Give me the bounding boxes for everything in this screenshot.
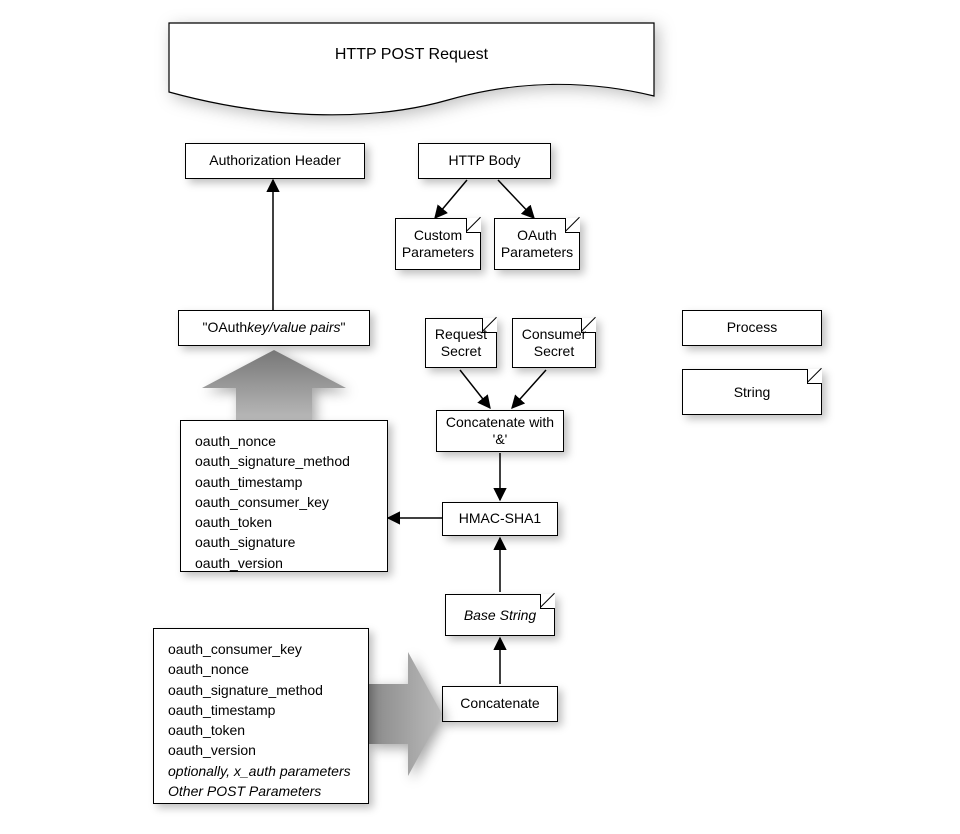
consumer-secret-label: Consumer Secret <box>522 326 587 360</box>
oauth-kv-prefix: "OAuth <box>202 319 247 337</box>
legend-string-doc: String <box>682 369 822 415</box>
oauth-parameters-doc: OAuth Parameters <box>494 218 580 270</box>
http-post-banner-label: HTTP POST Request <box>335 46 488 64</box>
oauth-key-value-box: "OAuth key/value pairs" <box>178 310 370 346</box>
big-up-arrow-icon <box>200 348 348 424</box>
concatenate-with-amp-box: Concatenate with '&' <box>436 410 564 452</box>
base-string-label: Base String <box>464 607 536 624</box>
list-item: oauth_version <box>168 740 354 760</box>
request-secret-doc: Request Secret <box>425 318 497 368</box>
list-item: optionally, x_auth parameters <box>168 761 354 781</box>
list-item: oauth_signature_method <box>195 451 373 471</box>
hmac-sha1-box: HMAC-SHA1 <box>442 502 558 536</box>
legend-string-label: String <box>734 384 771 401</box>
list-item: Other POST Parameters <box>168 781 354 801</box>
list-item: oauth_nonce <box>195 431 373 451</box>
authorization-header-label: Authorization Header <box>209 152 341 170</box>
big-right-arrow-icon <box>366 650 444 778</box>
consumer-secret-doc: Consumer Secret <box>512 318 596 368</box>
list-item: oauth_signature <box>195 532 373 552</box>
diagram-stage: HTTP POST Request Authorization Header H… <box>0 0 960 834</box>
authorization-header-box: Authorization Header <box>185 143 365 179</box>
http-body-box: HTTP Body <box>418 143 551 179</box>
list-item: oauth_signature_method <box>168 680 354 700</box>
oauth-parameters-label: OAuth Parameters <box>501 227 573 261</box>
base-string-doc: Base String <box>445 594 555 636</box>
concatenate-with-amp-label: Concatenate with '&' <box>446 414 554 449</box>
hmac-sha1-label: HMAC-SHA1 <box>459 510 541 528</box>
http-post-banner: HTTP POST Request <box>168 22 655 118</box>
oauth-fields-list-bottom: oauth_consumer_key oauth_nonce oauth_sig… <box>153 628 369 804</box>
list-item: oauth_consumer_key <box>168 639 354 659</box>
oauth-fields-list-top: oauth_nonce oauth_signature_method oauth… <box>180 420 388 572</box>
concatenate-box: Concatenate <box>442 686 558 722</box>
list-item: oauth_token <box>168 720 354 740</box>
custom-parameters-label: Custom Parameters <box>402 227 474 261</box>
legend-process-box: Process <box>682 310 822 346</box>
list-item: oauth_timestamp <box>168 700 354 720</box>
oauth-kv-italic: key/value pairs <box>247 319 340 337</box>
list-item: oauth_token <box>195 512 373 532</box>
oauth-kv-suffix: " <box>341 319 346 337</box>
list-item: oauth_nonce <box>168 659 354 679</box>
list-item: oauth_version <box>195 553 373 573</box>
request-secret-label: Request Secret <box>435 326 487 360</box>
legend-process-label: Process <box>727 319 778 337</box>
list-item: oauth_consumer_key <box>195 492 373 512</box>
list-item: oauth_timestamp <box>195 472 373 492</box>
concatenate-label: Concatenate <box>460 695 539 713</box>
custom-parameters-doc: Custom Parameters <box>395 218 481 270</box>
http-body-label: HTTP Body <box>448 152 520 170</box>
